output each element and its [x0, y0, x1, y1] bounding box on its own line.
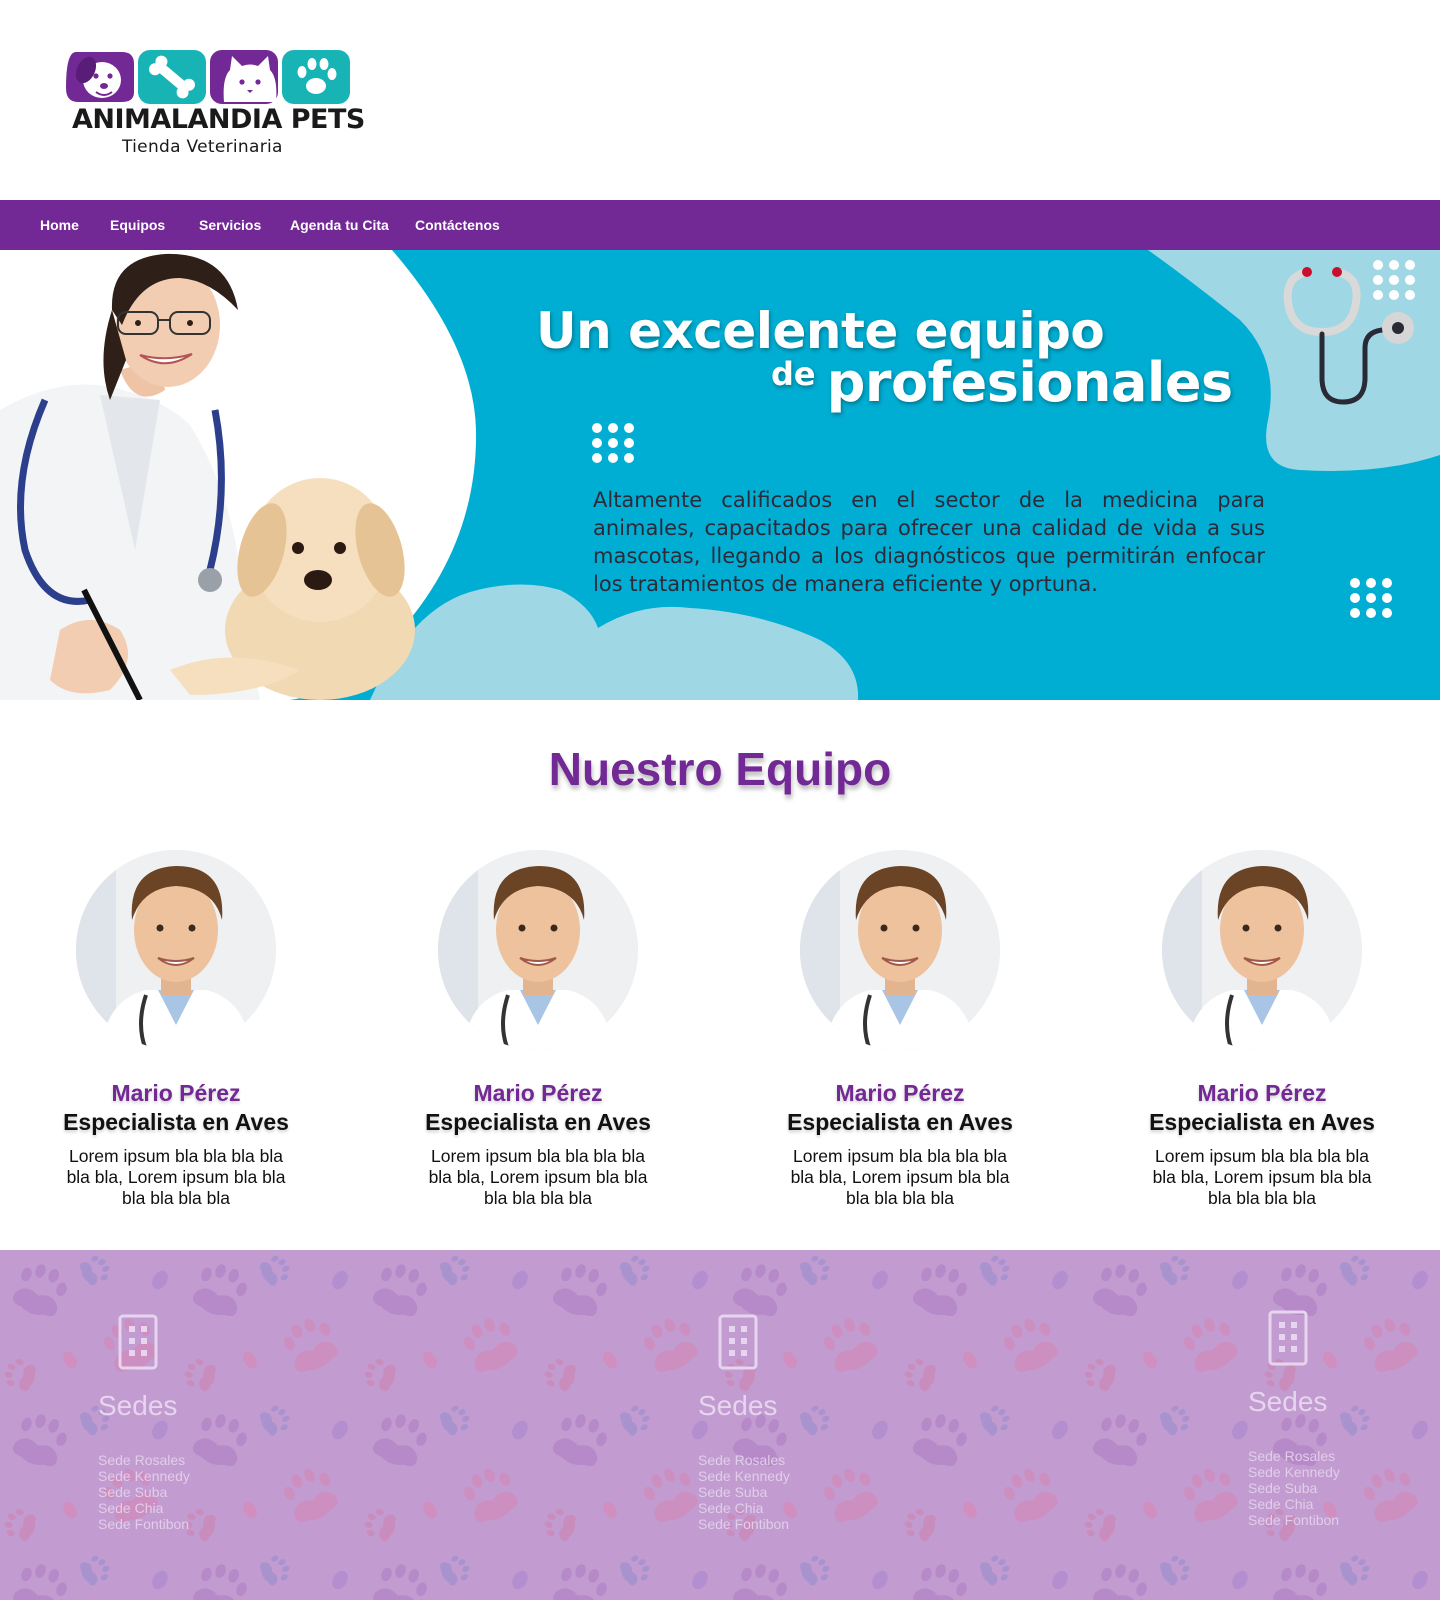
- main-nav: Home Equipos Servicios Agenda tu Cita Co…: [0, 200, 1440, 250]
- sede-title: Sedes: [98, 1390, 178, 1421]
- sede-item[interactable]: Sede Rosales: [1248, 1448, 1340, 1464]
- team-member-card: Mario Pérez Especialista en Aves Lorem i…: [46, 850, 306, 1209]
- sede-item[interactable]: Sede Kennedy: [98, 1468, 190, 1484]
- nav-agenda[interactable]: Agenda tu Cita: [290, 217, 389, 233]
- sedes-footer: Sedes Sede Rosales Sede Kennedy Sede Sub…: [0, 1250, 1440, 1600]
- member-role: Especialista en Aves: [787, 1109, 1013, 1135]
- member-description: Lorem ipsum bla bla bla bla bla bla, Lor…: [66, 1146, 286, 1208]
- member-name: Mario Pérez: [473, 1080, 603, 1106]
- avatar: [438, 850, 638, 1050]
- site-header: ANIMALANDIA PETS Tienda Veterinaria: [0, 0, 1440, 200]
- building-icon: [718, 1314, 758, 1370]
- member-role: Especialista en Aves: [63, 1109, 289, 1135]
- sede-column: Sedes Sede Rosales Sede Kennedy Sede Sub…: [1246, 1310, 1440, 1540]
- sede-list: Sede Rosales Sede Kennedy Sede Suba Sede…: [698, 1452, 790, 1532]
- member-name: Mario Pérez: [1197, 1080, 1327, 1106]
- sede-item[interactable]: Sede Rosales: [698, 1452, 790, 1468]
- nav-servicios[interactable]: Servicios: [199, 217, 261, 233]
- sede-item[interactable]: Sede Kennedy: [1248, 1464, 1340, 1480]
- hero-description: Altamente calificados en el sector de la…: [593, 488, 1265, 596]
- nav-home[interactable]: Home: [40, 217, 79, 233]
- team-member-card: Mario Pérez Especialista en Aves Lorem i…: [1132, 850, 1392, 1209]
- sede-column: Sedes Sede Rosales Sede Kennedy Sede Sub…: [96, 1314, 316, 1544]
- avatar: [1162, 850, 1362, 1050]
- hero-banner: Un excelente equipo de profesionales Alt…: [0, 250, 1440, 700]
- sede-title: Sedes: [698, 1390, 778, 1421]
- logo-pet-icons: [66, 50, 350, 104]
- member-description: Lorem ipsum bla bla bla bla bla bla, Lor…: [790, 1146, 1010, 1208]
- team-member-card: Mario Pérez Especialista en Aves Lorem i…: [408, 850, 668, 1209]
- avatar: [76, 850, 276, 1050]
- sede-item[interactable]: Sede Chia: [698, 1500, 790, 1516]
- brand-name: ANIMALANDIA PETS: [72, 104, 365, 135]
- sede-list: Sede Rosales Sede Kennedy Sede Suba Sede…: [1248, 1448, 1340, 1528]
- sede-item[interactable]: Sede Rosales: [98, 1452, 190, 1468]
- sede-item[interactable]: Sede Kennedy: [698, 1468, 790, 1484]
- member-role: Especialista en Aves: [425, 1109, 651, 1135]
- site-logo[interactable]: ANIMALANDIA PETS Tienda Veterinaria: [62, 46, 365, 161]
- sede-item[interactable]: Sede Suba: [1248, 1480, 1340, 1496]
- building-icon: [1268, 1310, 1308, 1366]
- sede-item[interactable]: Sede Suba: [98, 1484, 190, 1500]
- sede-item[interactable]: Sede Chia: [98, 1500, 190, 1516]
- brand-tagline: Tienda Veterinaria: [122, 137, 283, 157]
- sede-item[interactable]: Sede Chia: [1248, 1496, 1340, 1512]
- member-name: Mario Pérez: [835, 1080, 965, 1106]
- team-section-title: Nuestro Equipo: [548, 743, 892, 795]
- hero-title: Un excelente equipo de profesionales: [536, 306, 1233, 410]
- sede-list: Sede Rosales Sede Kennedy Sede Suba Sede…: [98, 1452, 190, 1532]
- sede-title: Sedes: [1248, 1386, 1328, 1417]
- avatar: [800, 850, 1000, 1050]
- hero-title-line2: profesionales: [826, 351, 1233, 414]
- sede-column: Sedes Sede Rosales Sede Kennedy Sede Sub…: [696, 1314, 916, 1544]
- sede-item[interactable]: Sede Fontibon: [98, 1516, 190, 1532]
- nav-equipos[interactable]: Equipos: [110, 217, 165, 233]
- sede-item[interactable]: Sede Fontibon: [698, 1516, 790, 1532]
- nav-contacto[interactable]: Contáctenos: [415, 217, 500, 233]
- hero-title-de: de: [771, 355, 816, 393]
- sede-item[interactable]: Sede Fontibon: [1248, 1512, 1340, 1528]
- team-member-card: Mario Pérez Especialista en Aves Lorem i…: [770, 850, 1030, 1209]
- sede-item[interactable]: Sede Suba: [698, 1484, 790, 1500]
- hero-title-line1: Un excelente equipo: [536, 302, 1105, 360]
- member-role: Especialista en Aves: [1149, 1109, 1375, 1135]
- building-icon: [118, 1314, 158, 1370]
- member-description: Lorem ipsum bla bla bla bla bla bla, Lor…: [428, 1146, 648, 1208]
- member-description: Lorem ipsum bla bla bla bla bla bla, Lor…: [1152, 1146, 1372, 1208]
- member-name: Mario Pérez: [111, 1080, 241, 1106]
